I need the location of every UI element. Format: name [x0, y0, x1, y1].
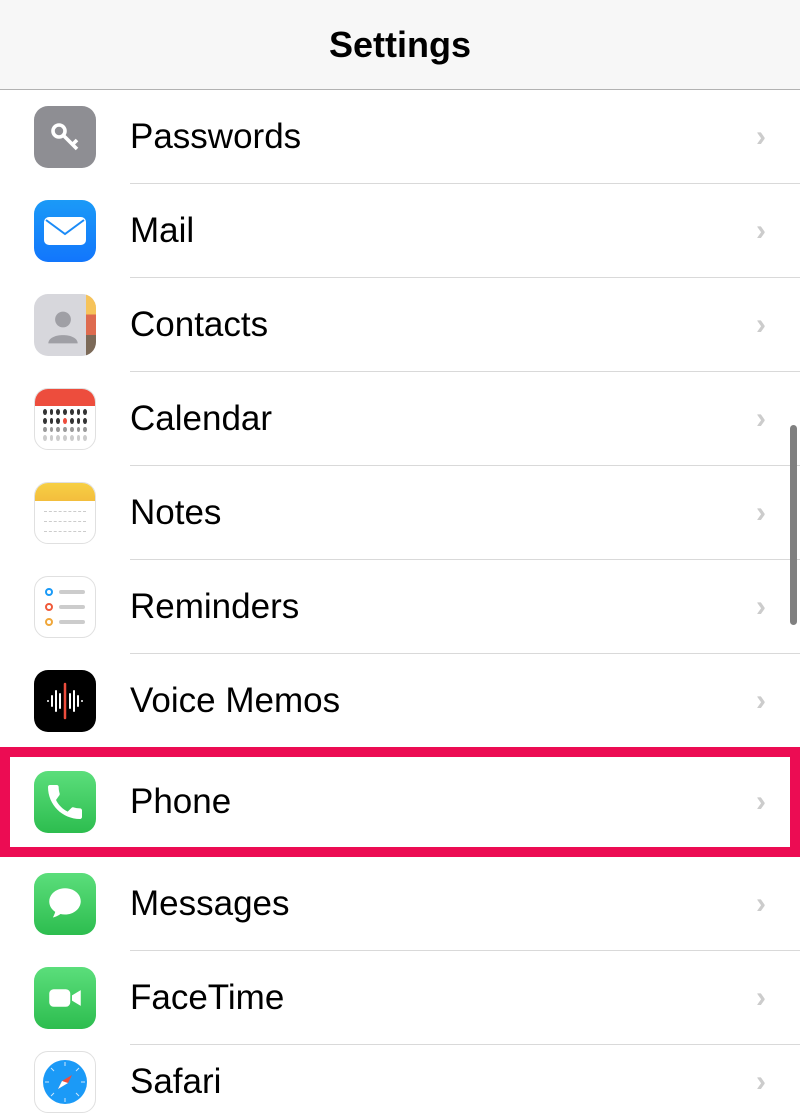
row-label: Reminders	[130, 587, 756, 627]
row-label: FaceTime	[130, 978, 756, 1018]
phone-icon	[34, 771, 96, 833]
facetime-icon	[34, 967, 96, 1029]
settings-row-mail[interactable]: Mail ›	[0, 184, 800, 278]
scrollbar[interactable]	[790, 425, 797, 625]
chevron-right-icon: ›	[756, 120, 766, 154]
settings-row-contacts[interactable]: Contacts ›	[0, 278, 800, 372]
page-title: Settings	[329, 24, 471, 66]
settings-row-messages[interactable]: Messages ›	[0, 857, 800, 951]
chevron-right-icon: ›	[756, 1065, 766, 1099]
chevron-right-icon: ›	[756, 214, 766, 248]
settings-row-reminders[interactable]: Reminders ›	[0, 560, 800, 654]
settings-row-facetime[interactable]: FaceTime ›	[0, 951, 800, 1045]
row-label: Safari	[130, 1062, 756, 1102]
chevron-right-icon: ›	[756, 981, 766, 1015]
settings-row-voice-memos[interactable]: Voice Memos ›	[0, 654, 800, 748]
row-label: Mail	[130, 211, 756, 251]
chevron-right-icon: ›	[756, 402, 766, 436]
row-label: Voice Memos	[130, 681, 756, 721]
safari-icon	[34, 1051, 96, 1113]
settings-row-phone[interactable]: Phone ›	[0, 747, 800, 857]
settings-row-notes[interactable]: Notes ›	[0, 466, 800, 560]
contacts-icon	[34, 294, 96, 356]
reminders-icon	[34, 576, 96, 638]
chevron-right-icon: ›	[756, 887, 766, 921]
row-label: Messages	[130, 884, 756, 924]
voice-icon	[34, 670, 96, 732]
notes-icon	[34, 482, 96, 544]
row-label: Contacts	[130, 305, 756, 345]
chevron-right-icon: ›	[756, 308, 766, 342]
settings-row-passwords[interactable]: Passwords ›	[0, 90, 800, 184]
settings-row-calendar[interactable]: Calendar ›	[0, 372, 800, 466]
calendar-icon	[34, 388, 96, 450]
chevron-right-icon: ›	[756, 785, 766, 819]
chevron-right-icon: ›	[756, 684, 766, 718]
row-label: Calendar	[130, 399, 756, 439]
row-label: Notes	[130, 493, 756, 533]
row-label: Phone	[130, 782, 756, 822]
nav-header: Settings	[0, 0, 800, 90]
mail-icon	[34, 200, 96, 262]
settings-row-safari[interactable]: Safari ›	[0, 1045, 800, 1119]
messages-icon	[34, 873, 96, 935]
row-label: Passwords	[130, 117, 756, 157]
chevron-right-icon: ›	[756, 496, 766, 530]
chevron-right-icon: ›	[756, 590, 766, 624]
key-icon	[34, 106, 96, 168]
